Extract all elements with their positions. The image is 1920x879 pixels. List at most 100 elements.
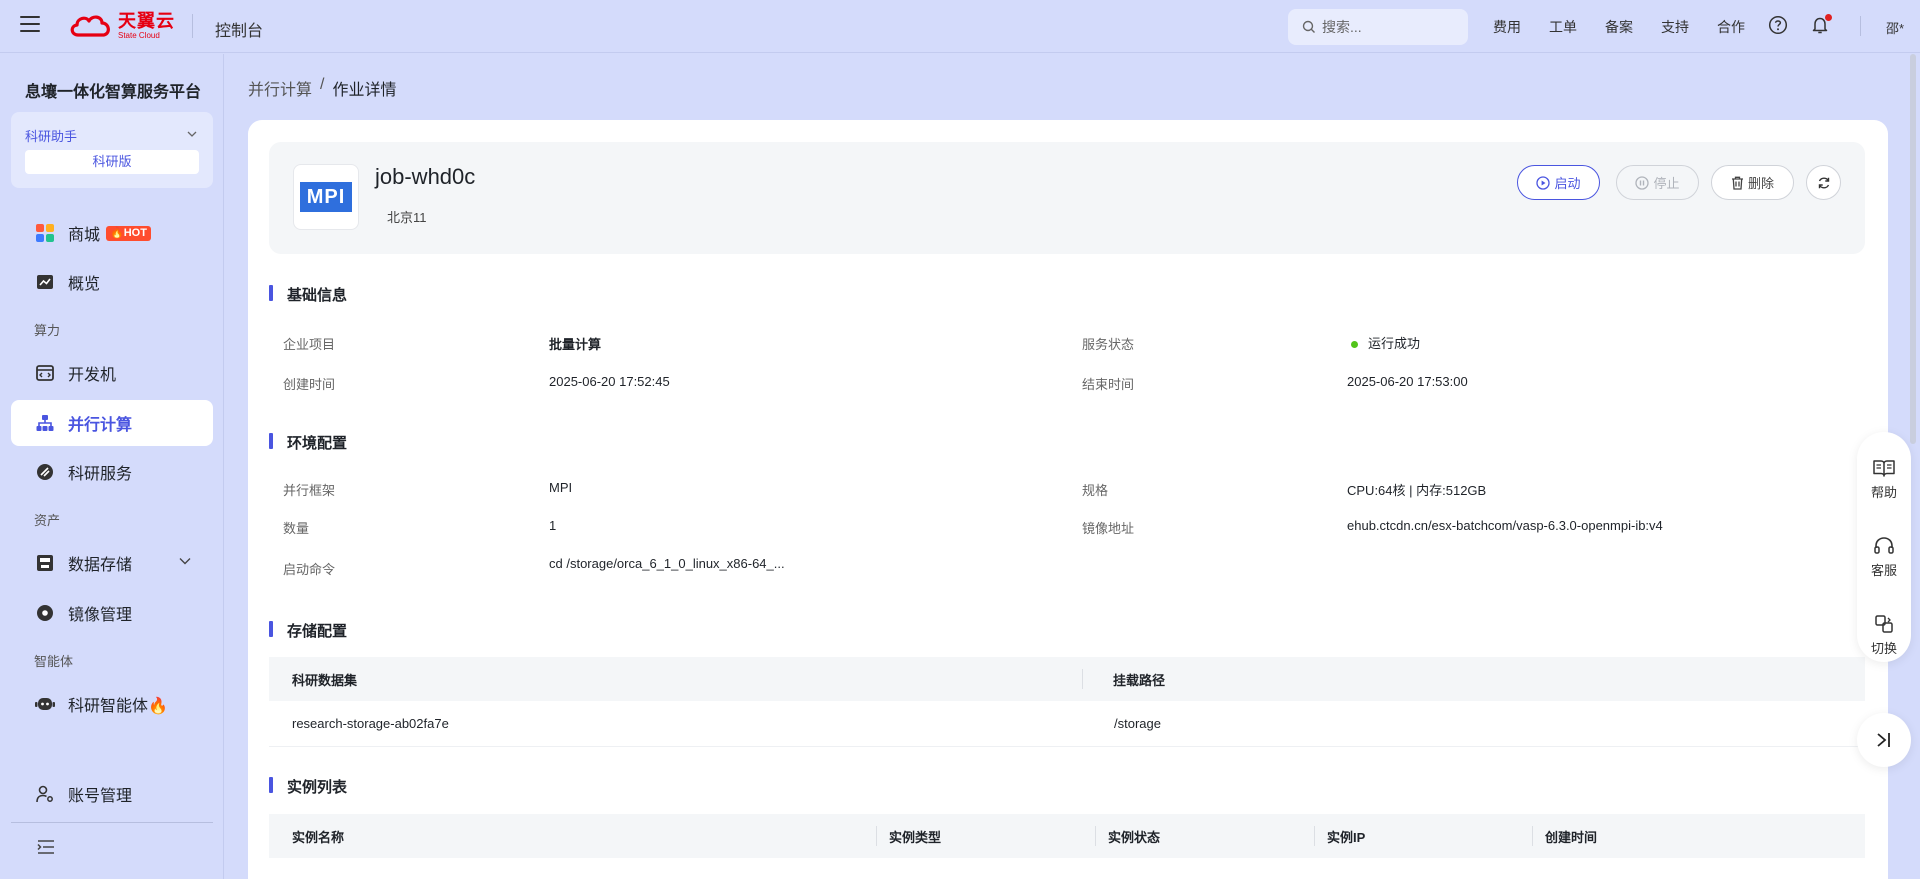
float-toolbar: 帮助 客服 切换 (1857, 432, 1911, 662)
notification-bell-icon[interactable] (1810, 14, 1832, 38)
status-dot (1351, 341, 1358, 349)
column-header-mount: 挂载路径 (1113, 673, 1166, 688)
column-header-instance-ip: 实例IP (1327, 830, 1366, 845)
float-switch-button[interactable]: 切换 (1857, 614, 1911, 657)
sidebar-item-image[interactable]: 镜像管理 (11, 590, 213, 636)
column-header-instance-type: 实例类型 (889, 830, 942, 845)
service-status: 运行成功 (1351, 333, 1420, 352)
collapse-float-button[interactable] (1857, 713, 1911, 767)
divider (11, 822, 213, 823)
breadcrumb-current: 作业详情 (332, 82, 397, 99)
search-placeholder: 搜索... (1322, 19, 1362, 35)
collapse-sidebar-icon[interactable] (37, 840, 55, 854)
sidebar-item-devbox[interactable]: 开发机 (11, 350, 213, 396)
image-label: 镜像地址 (1082, 521, 1135, 536)
float-service-label: 客服 (1870, 563, 1897, 578)
job-name: job-whd0c (375, 164, 476, 189)
sidebar-item-label: 开发机 (68, 367, 117, 384)
section-instance-list: 实例列表 (269, 776, 347, 797)
chevron-down-icon (179, 558, 191, 565)
brand-name-en: State Cloud (118, 31, 160, 40)
section-storage-config: 存储配置 (269, 620, 347, 641)
help-icon[interactable] (1768, 15, 1788, 38)
research-icon (35, 462, 55, 482)
column-header-instance-name: 实例名称 (292, 830, 345, 845)
console-link[interactable]: 控制台 (215, 17, 263, 41)
column-divider (1314, 826, 1315, 846)
chevron-down-icon (187, 131, 197, 137)
disc-icon (35, 603, 55, 623)
created-label: 创建时间 (283, 377, 336, 392)
sidebar-item-research-service[interactable]: 科研服务 (11, 449, 213, 495)
edition-badge: 科研版 (25, 150, 199, 174)
service-status-label: 服务状态 (1082, 337, 1135, 352)
column-divider (876, 826, 877, 846)
sidebar-item-parallel[interactable]: 并行计算 (11, 400, 213, 446)
nav-billing[interactable]: 费用 (1493, 17, 1521, 37)
breadcrumb: 并行计算 / 作业详情 (248, 76, 396, 100)
sidebar-item-label: 并行计算 (68, 417, 133, 434)
command-label: 启动命令 (283, 562, 336, 577)
nav-partner[interactable]: 合作 (1717, 17, 1745, 37)
mall-icon (35, 223, 55, 243)
user-name[interactable]: 邵* (1886, 18, 1904, 37)
float-service-button[interactable]: 客服 (1857, 536, 1911, 579)
spec-label: 规格 (1082, 483, 1109, 498)
robot-icon (35, 694, 55, 714)
menu-icon[interactable] (20, 16, 40, 34)
notification-dot (1825, 14, 1832, 21)
ended-label: 结束时间 (1082, 377, 1135, 392)
sidebar-item-label: 概览 (68, 276, 101, 293)
brand-name: 天翼云 (118, 11, 175, 31)
nav-ticket[interactable]: 工单 (1549, 17, 1577, 37)
refresh-icon (1818, 177, 1829, 188)
sidebar: 息壤一体化智算服务平台 科研助手 科研版 商城 🔥HOT 概览 算力 开发机 并… (0, 54, 224, 879)
storage-row-mount: /storage (1114, 716, 1161, 731)
spec-value: CPU:64核 | 内存:512GB (1347, 483, 1487, 498)
hot-badge: 🔥HOT (106, 225, 151, 241)
scrollbar-thumb[interactable] (1910, 54, 1916, 444)
refresh-button[interactable] (1806, 165, 1841, 200)
storage-icon (35, 553, 55, 573)
breadcrumb-parallel[interactable]: 并行计算 (248, 76, 312, 100)
assistant-name: 科研助手 (25, 129, 78, 144)
pause-circle-icon (1635, 175, 1650, 190)
start-label: 启动 (1554, 176, 1581, 191)
nav-support[interactable]: 支持 (1661, 17, 1689, 37)
sidebar-item-account[interactable]: 账号管理 (11, 771, 213, 817)
search-box[interactable]: 搜索... (1288, 9, 1468, 45)
sidebar-item-storage[interactable]: 数据存储 (11, 540, 213, 586)
count-value: 1 (549, 518, 557, 533)
nav-filing[interactable]: 备案 (1605, 17, 1633, 37)
group-label-agent: 智能体 (34, 654, 74, 669)
stop-button[interactable]: 停止 (1616, 165, 1699, 200)
sidebar-item-agent[interactable]: 科研智能体🔥 (11, 681, 213, 727)
trash-icon (1731, 176, 1743, 190)
job-region: 北京11 (387, 210, 427, 225)
job-header: MPI job-whd0c 北京11 启动 停止 删除 (269, 142, 1865, 254)
row-divider (269, 746, 1865, 747)
delete-button[interactable]: 删除 (1711, 165, 1794, 200)
job-detail-card: MPI job-whd0c 北京11 启动 停止 删除 基础信息 企业项目 批量… (248, 120, 1888, 879)
start-button[interactable]: 启动 (1517, 165, 1600, 200)
group-label-compute: 算力 (34, 323, 61, 338)
user-settings-icon (35, 784, 55, 804)
float-help-button[interactable]: 帮助 (1857, 458, 1911, 501)
sidebar-item-label: 数据存储 (68, 557, 133, 574)
breadcrumb-separator: / (320, 76, 325, 93)
command-value[interactable]: cd /storage/orca_6_1_0_linux_x86-64_... (549, 556, 785, 571)
delete-label: 删除 (1747, 176, 1774, 191)
assistant-selector[interactable]: 科研助手 科研版 (11, 112, 213, 188)
brand-logo[interactable]: 天翼云 State Cloud (68, 12, 175, 40)
sidebar-item-mall[interactable]: 商城 🔥HOT (11, 210, 213, 256)
instance-table-header: 实例名称 实例类型 实例状态 实例IP 创建时间 (269, 814, 1865, 858)
book-icon (1873, 460, 1895, 477)
divider (192, 14, 193, 38)
headset-icon (1874, 537, 1894, 554)
float-switch-label: 切换 (1870, 641, 1897, 656)
section-basic-info: 基础信息 (269, 284, 347, 305)
float-help-label: 帮助 (1870, 485, 1897, 500)
storage-table-header: 科研数据集 挂载路径 (269, 657, 1865, 701)
play-circle-icon (1536, 175, 1551, 190)
sidebar-item-overview[interactable]: 概览 (11, 259, 213, 305)
